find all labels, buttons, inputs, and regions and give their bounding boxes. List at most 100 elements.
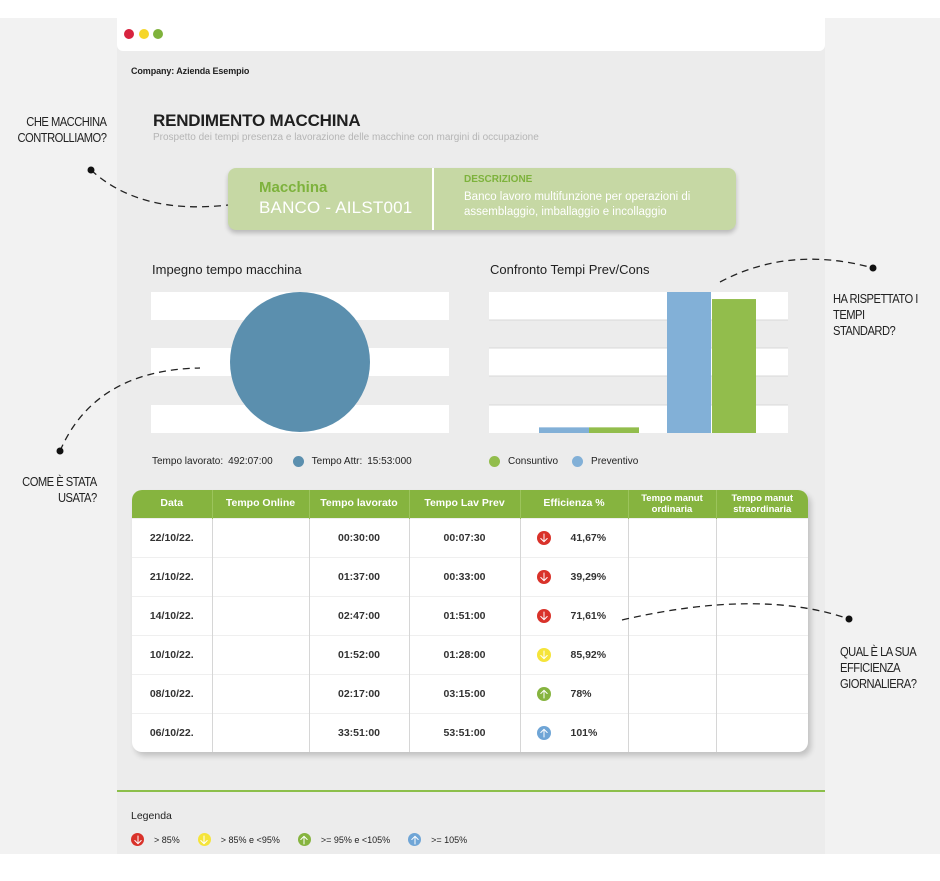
- arrow-down-icon: [536, 569, 551, 584]
- cell-date: 08/10/22.: [132, 673, 212, 713]
- callout-line: CONTROLLIAMO?: [17, 130, 106, 145]
- bar-preventivo: [539, 427, 589, 433]
- cell-worked: 01:37:00: [308, 556, 409, 596]
- legend-item-label: >= 105%: [431, 834, 468, 845]
- cell-maint-ord: [627, 595, 716, 635]
- header-tempo-online[interactable]: Tempo Online: [211, 490, 309, 518]
- arrow-up-icon: [408, 833, 422, 846]
- efficiency-value: 85,92%: [570, 648, 607, 661]
- page-subtitle: Prospetto dei tempi presenza e lavorazio…: [153, 132, 539, 143]
- header-data[interactable]: Data: [132, 490, 212, 518]
- legend-title: Legenda: [131, 810, 172, 822]
- cell-efficiency: 78%: [519, 673, 628, 713]
- cell-efficiency: 85,92%: [519, 634, 628, 674]
- efficiency-value: 39,29%: [570, 570, 607, 583]
- cell-maint-ord: [627, 673, 716, 713]
- table-row[interactable]: 22/10/22. 00:30:00 00:07:30 41,67%: [132, 517, 808, 557]
- attr-time-value: 15:53:000: [367, 456, 412, 467]
- attr-time-label: Tempo Attr:: [311, 456, 363, 467]
- header-tempo-lav-prev[interactable]: Tempo Lav Prev: [408, 490, 520, 518]
- callout-line: EFFICIENZA: [840, 660, 901, 675]
- header-tempo-lavorato[interactable]: Tempo lavorato: [308, 490, 409, 518]
- cell-maint-extra: [715, 634, 808, 674]
- table-row[interactable]: 06/10/22. 33:51:00 53:51:00 101%: [132, 712, 808, 752]
- cell-maint-extra: [715, 556, 808, 596]
- table-row[interactable]: 10/10/22. 01:52:00 01:28:00 85,92%: [132, 634, 808, 674]
- callout-standard: HA RISPETTATO I TEMPI STANDARD?: [833, 291, 925, 339]
- preventivo-label: Preventivo: [591, 456, 639, 467]
- arrow-up-icon: [297, 833, 311, 846]
- table-row[interactable]: 14/10/22. 02:47:00 01:51:00 71,61%: [132, 595, 808, 635]
- window-close-button[interactable]: [124, 29, 134, 39]
- cell-efficiency: 39,29%: [519, 556, 628, 596]
- table-header-row: Data Tempo Online Tempo lavorato Tempo L…: [132, 490, 808, 518]
- machine-info-card: Macchina BANCO - AILST001 DESCRIZIONE Ba…: [228, 168, 736, 230]
- bar-consuntivo: [589, 427, 639, 433]
- pie-legend: Tempo lavorato: 492:07:00 Tempo Attr: 15…: [152, 456, 412, 467]
- cell-planned: 00:07:30: [408, 517, 520, 557]
- cell-date: 10/10/22.: [132, 634, 212, 674]
- callout-efficiency: QUAL È LA SUA EFFICIENZA GIORNALIERA?: [840, 644, 917, 692]
- window-minimize-button[interactable]: [139, 29, 149, 39]
- efficiency-value: 71,61%: [570, 609, 607, 622]
- window-maximize-button[interactable]: [153, 29, 163, 39]
- table-row[interactable]: 21/10/22. 01:37:00 00:33:00 39,29%: [132, 556, 808, 596]
- callout-line: CHE MACCHINA: [25, 114, 107, 129]
- consuntivo-label: Consuntivo: [508, 456, 559, 467]
- efficiency-table: Data Tempo Online Tempo lavorato Tempo L…: [132, 490, 808, 752]
- callout-usage: COME È STATA USATA?: [22, 474, 97, 506]
- cell-efficiency: 41,67%: [519, 517, 628, 557]
- cell-date: 22/10/22.: [132, 517, 212, 557]
- cell-maint-extra: [715, 712, 808, 752]
- worked-time-value: 492:07:00: [228, 456, 273, 467]
- bar-chart-title: Confronto Tempi Prev/Cons: [490, 262, 650, 277]
- cell-maint-extra: [715, 595, 808, 635]
- arrow-down-icon: [197, 833, 211, 846]
- cell-worked: 02:47:00: [308, 595, 409, 635]
- header-efficienza[interactable]: Efficienza %: [519, 490, 628, 518]
- callout-line: QUAL È LA SUA: [840, 644, 917, 659]
- cell-maint-ord: [627, 556, 716, 596]
- cell-planned: 53:51:00: [408, 712, 520, 752]
- cell-date: 14/10/22.: [132, 595, 212, 635]
- cell-planned: 01:28:00: [408, 634, 520, 674]
- cell-online: [211, 595, 309, 635]
- window-title-bar: [117, 18, 825, 51]
- pie-legend-swatch: [292, 456, 304, 467]
- cell-online: [211, 517, 309, 557]
- legend-items: > 85% > 85% e <95% >= 95% e <105% >= 105%: [131, 833, 485, 846]
- arrow-down-icon: [536, 530, 551, 545]
- callout-line: USATA?: [58, 490, 97, 505]
- cell-planned: 00:33:00: [408, 556, 520, 596]
- cell-planned: 03:15:00: [408, 673, 520, 713]
- cell-online: [211, 556, 309, 596]
- company-label: Company: Azienda Esempio: [131, 66, 250, 76]
- callout-line: HA RISPETTATO I: [833, 291, 918, 306]
- bar-consuntivo: [712, 299, 756, 433]
- bar-preventivo: [667, 292, 711, 433]
- legend-item-red: > 85%: [131, 833, 180, 846]
- arrow-up-icon: [536, 725, 551, 740]
- header-manut-straordinaria[interactable]: Tempo manut straordinaria: [715, 490, 808, 518]
- legend-item-label: > 85% e <95%: [220, 834, 280, 845]
- machine-description: Banco lavoro multifunzione per operazion…: [464, 191, 691, 218]
- table-row[interactable]: 08/10/22. 02:17:00 03:15:00 78%: [132, 673, 808, 713]
- cell-worked: 33:51:00: [308, 712, 409, 752]
- header-manut-ordinaria[interactable]: Tempo manut ordinaria: [627, 490, 716, 518]
- efficiency-value: 78%: [570, 687, 592, 700]
- arrow-down-icon: [536, 647, 551, 662]
- legend-item-label: > 85%: [154, 834, 180, 845]
- cell-maint-extra: [715, 517, 808, 557]
- cell-efficiency: 71,61%: [519, 595, 628, 635]
- bar-legend: Consuntivo Preventivo: [489, 456, 638, 467]
- description-label: DESCRIZIONE: [464, 174, 533, 185]
- legend-item-blue: >= 105%: [408, 833, 467, 846]
- callout-line: COME È STATA: [22, 474, 97, 489]
- page-title: RENDIMENTO MACCHINA: [153, 111, 361, 130]
- consuntivo-swatch: [489, 456, 500, 467]
- pie-slice: [230, 292, 370, 432]
- pie-chart: [230, 292, 370, 432]
- cell-maint-ord: [627, 712, 716, 752]
- cell-worked: 00:30:00: [308, 517, 409, 557]
- legend-item-yellow: > 85% e <95%: [197, 833, 280, 846]
